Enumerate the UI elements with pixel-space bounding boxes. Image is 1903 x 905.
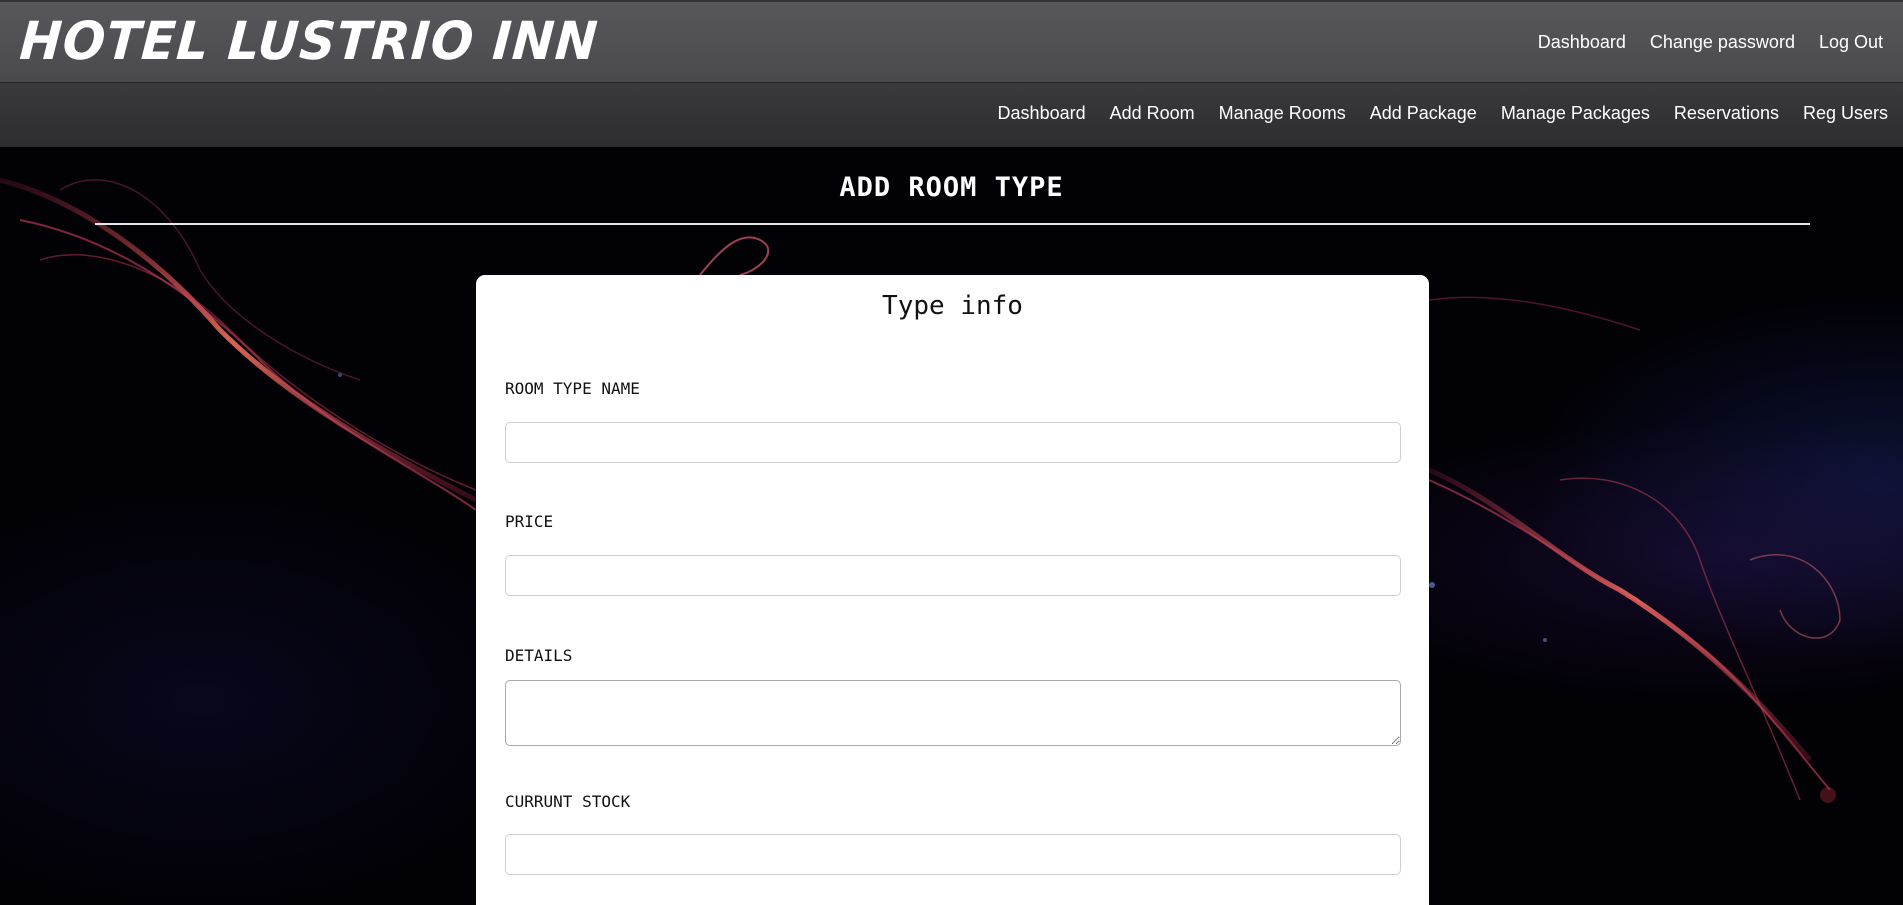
page-title: ADD ROOM TYPE [839,172,1064,203]
light-streak [1428,467,1812,762]
nav-add-room-link[interactable]: Add Room [1110,103,1195,124]
details-label: DETAILS [505,646,573,665]
details-textarea[interactable] [505,680,1401,746]
top-nav-dashboard-link[interactable]: Dashboard [1538,32,1626,53]
sparkle [1820,787,1836,803]
add-room-type-form: Type info ROOM TYPE NAME PRICE DETAILS C… [476,275,1429,905]
light-streak [59,179,361,381]
top-nav-change-password-link[interactable]: Change password [1650,32,1795,53]
light-streak [1559,477,1801,801]
top-nav: Dashboard Change password Log Out [1538,32,1883,53]
sparkle [1543,638,1547,642]
title-divider [95,223,1810,225]
sparkle [1429,582,1435,588]
light-streak [1428,296,1641,331]
nav-manage-packages-link[interactable]: Manage Packages [1501,103,1650,124]
light-streak [0,177,478,503]
price-input[interactable] [505,555,1401,596]
nav-add-package-link[interactable]: Add Package [1370,103,1477,124]
brand-logo[interactable]: HOTEL LUSTRIO INN [17,4,600,78]
room-type-name-label: ROOM TYPE NAME [505,379,640,398]
admin-nav: Dashboard Add Room Manage Rooms Add Pack… [998,103,1888,124]
nav-dashboard-link[interactable]: Dashboard [998,103,1086,124]
light-streak [1428,479,1831,791]
nav-reservations-link[interactable]: Reservations [1674,103,1779,124]
admin-nav-bar: Dashboard Add Room Manage Rooms Add Pack… [0,82,1903,147]
light-streak [699,236,770,276]
light-streak [1749,554,1841,639]
current-stock-input[interactable] [505,834,1401,875]
form-card-title: Type info [882,291,1023,321]
light-streak [39,254,477,491]
light-streak [19,219,477,511]
nav-reg-users-link[interactable]: Reg Users [1803,103,1888,124]
top-header: HOTEL LUSTRIO INN Dashboard Change passw… [0,0,1903,82]
page: HOTEL LUSTRIO INN Dashboard Change passw… [0,0,1903,905]
nav-manage-rooms-link[interactable]: Manage Rooms [1219,103,1346,124]
room-type-name-input[interactable] [505,422,1401,463]
top-nav-logout-link[interactable]: Log Out [1819,32,1883,53]
current-stock-label: CURRUNT STOCK [505,792,631,811]
sparkle [338,373,342,377]
price-label: PRICE [505,512,554,531]
